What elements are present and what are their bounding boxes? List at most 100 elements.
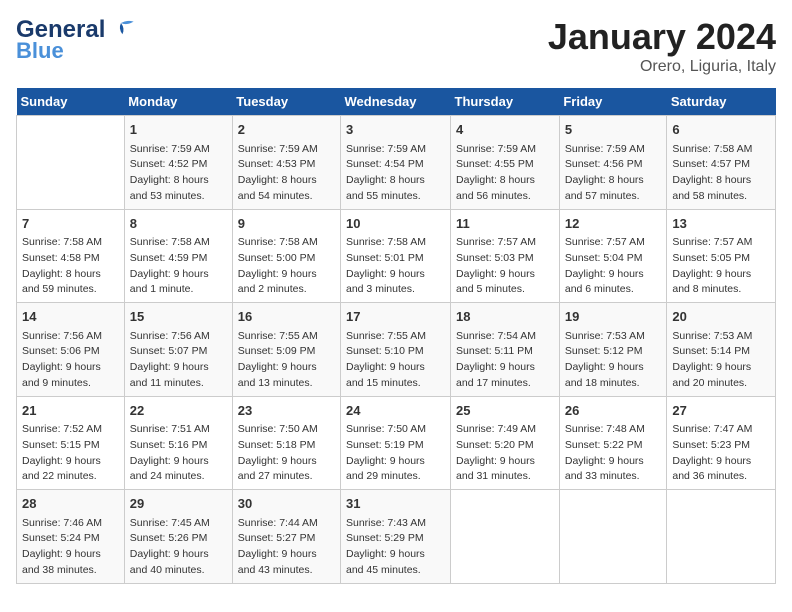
calendar-cell: 5Sunrise: 7:59 AM Sunset: 4:56 PM Daylig… xyxy=(559,116,667,210)
day-info: Sunrise: 7:47 AM Sunset: 5:23 PM Dayligh… xyxy=(672,422,770,485)
day-info: Sunrise: 7:58 AM Sunset: 4:59 PM Dayligh… xyxy=(130,235,227,298)
day-info: Sunrise: 7:55 AM Sunset: 5:10 PM Dayligh… xyxy=(346,329,445,392)
day-info: Sunrise: 7:50 AM Sunset: 5:18 PM Dayligh… xyxy=(238,422,335,485)
day-info: Sunrise: 7:49 AM Sunset: 5:20 PM Dayligh… xyxy=(456,422,554,485)
calendar-cell xyxy=(17,116,125,210)
day-info: Sunrise: 7:58 AM Sunset: 4:58 PM Dayligh… xyxy=(22,235,119,298)
day-header-thursday: Thursday xyxy=(451,88,560,116)
day-info: Sunrise: 7:57 AM Sunset: 5:04 PM Dayligh… xyxy=(565,235,662,298)
day-info: Sunrise: 7:59 AM Sunset: 4:56 PM Dayligh… xyxy=(565,142,662,205)
day-number: 7 xyxy=(22,214,119,234)
day-info: Sunrise: 7:54 AM Sunset: 5:11 PM Dayligh… xyxy=(456,329,554,392)
day-header-saturday: Saturday xyxy=(667,88,776,116)
calendar-body: 1Sunrise: 7:59 AM Sunset: 4:52 PM Daylig… xyxy=(17,116,776,584)
day-info: Sunrise: 7:57 AM Sunset: 5:05 PM Dayligh… xyxy=(672,235,770,298)
calendar-cell: 19Sunrise: 7:53 AM Sunset: 5:12 PM Dayli… xyxy=(559,303,667,397)
calendar-cell: 30Sunrise: 7:44 AM Sunset: 5:27 PM Dayli… xyxy=(232,490,340,584)
day-number: 3 xyxy=(346,120,445,140)
day-number: 29 xyxy=(130,494,227,514)
day-number: 14 xyxy=(22,307,119,327)
calendar-cell: 22Sunrise: 7:51 AM Sunset: 5:16 PM Dayli… xyxy=(124,396,232,490)
day-number: 8 xyxy=(130,214,227,234)
calendar-cell: 15Sunrise: 7:56 AM Sunset: 5:07 PM Dayli… xyxy=(124,303,232,397)
calendar-cell: 25Sunrise: 7:49 AM Sunset: 5:20 PM Dayli… xyxy=(451,396,560,490)
day-number: 25 xyxy=(456,401,554,421)
calendar-cell: 16Sunrise: 7:55 AM Sunset: 5:09 PM Dayli… xyxy=(232,303,340,397)
day-info: Sunrise: 7:55 AM Sunset: 5:09 PM Dayligh… xyxy=(238,329,335,392)
page-header: General Blue January 2024 Orero, Liguria… xyxy=(16,16,776,76)
calendar-cell: 8Sunrise: 7:58 AM Sunset: 4:59 PM Daylig… xyxy=(124,209,232,303)
day-info: Sunrise: 7:53 AM Sunset: 5:14 PM Dayligh… xyxy=(672,329,770,392)
day-info: Sunrise: 7:57 AM Sunset: 5:03 PM Dayligh… xyxy=(456,235,554,298)
calendar-cell: 26Sunrise: 7:48 AM Sunset: 5:22 PM Dayli… xyxy=(559,396,667,490)
day-header-tuesday: Tuesday xyxy=(232,88,340,116)
calendar-cell: 6Sunrise: 7:58 AM Sunset: 4:57 PM Daylig… xyxy=(667,116,776,210)
calendar-cell: 29Sunrise: 7:45 AM Sunset: 5:26 PM Dayli… xyxy=(124,490,232,584)
calendar-cell: 17Sunrise: 7:55 AM Sunset: 5:10 PM Dayli… xyxy=(341,303,451,397)
logo: General Blue xyxy=(16,16,135,64)
calendar-cell: 10Sunrise: 7:58 AM Sunset: 5:01 PM Dayli… xyxy=(341,209,451,303)
day-number: 10 xyxy=(346,214,445,234)
day-info: Sunrise: 7:59 AM Sunset: 4:54 PM Dayligh… xyxy=(346,142,445,205)
calendar-cell: 9Sunrise: 7:58 AM Sunset: 5:00 PM Daylig… xyxy=(232,209,340,303)
calendar-cell: 14Sunrise: 7:56 AM Sunset: 5:06 PM Dayli… xyxy=(17,303,125,397)
day-number: 26 xyxy=(565,401,662,421)
calendar-cell xyxy=(451,490,560,584)
day-number: 9 xyxy=(238,214,335,234)
day-number: 20 xyxy=(672,307,770,327)
title-block: January 2024 Orero, Liguria, Italy xyxy=(548,16,776,76)
calendar-week-row: 1Sunrise: 7:59 AM Sunset: 4:52 PM Daylig… xyxy=(17,116,776,210)
day-info: Sunrise: 7:58 AM Sunset: 5:01 PM Dayligh… xyxy=(346,235,445,298)
day-number: 17 xyxy=(346,307,445,327)
calendar-cell: 28Sunrise: 7:46 AM Sunset: 5:24 PM Dayli… xyxy=(17,490,125,584)
calendar-week-row: 7Sunrise: 7:58 AM Sunset: 4:58 PM Daylig… xyxy=(17,209,776,303)
logo-text-blue: Blue xyxy=(16,38,64,64)
calendar-table: SundayMondayTuesdayWednesdayThursdayFrid… xyxy=(16,88,776,584)
day-number: 16 xyxy=(238,307,335,327)
day-header-friday: Friday xyxy=(559,88,667,116)
calendar-cell: 21Sunrise: 7:52 AM Sunset: 5:15 PM Dayli… xyxy=(17,396,125,490)
calendar-cell: 2Sunrise: 7:59 AM Sunset: 4:53 PM Daylig… xyxy=(232,116,340,210)
day-number: 22 xyxy=(130,401,227,421)
calendar-cell: 1Sunrise: 7:59 AM Sunset: 4:52 PM Daylig… xyxy=(124,116,232,210)
calendar-cell: 11Sunrise: 7:57 AM Sunset: 5:03 PM Dayli… xyxy=(451,209,560,303)
day-number: 12 xyxy=(565,214,662,234)
calendar-week-row: 14Sunrise: 7:56 AM Sunset: 5:06 PM Dayli… xyxy=(17,303,776,397)
day-header-sunday: Sunday xyxy=(17,88,125,116)
calendar-cell xyxy=(667,490,776,584)
day-number: 31 xyxy=(346,494,445,514)
day-info: Sunrise: 7:43 AM Sunset: 5:29 PM Dayligh… xyxy=(346,516,445,579)
day-info: Sunrise: 7:44 AM Sunset: 5:27 PM Dayligh… xyxy=(238,516,335,579)
calendar-cell: 23Sunrise: 7:50 AM Sunset: 5:18 PM Dayli… xyxy=(232,396,340,490)
calendar-cell xyxy=(559,490,667,584)
day-number: 11 xyxy=(456,214,554,234)
day-number: 15 xyxy=(130,307,227,327)
day-header-monday: Monday xyxy=(124,88,232,116)
calendar-cell: 24Sunrise: 7:50 AM Sunset: 5:19 PM Dayli… xyxy=(341,396,451,490)
logo-bird-icon xyxy=(107,16,135,44)
calendar-cell: 7Sunrise: 7:58 AM Sunset: 4:58 PM Daylig… xyxy=(17,209,125,303)
calendar-header-row: SundayMondayTuesdayWednesdayThursdayFrid… xyxy=(17,88,776,116)
day-info: Sunrise: 7:59 AM Sunset: 4:52 PM Dayligh… xyxy=(130,142,227,205)
month-title: January 2024 xyxy=(548,16,776,58)
calendar-cell: 12Sunrise: 7:57 AM Sunset: 5:04 PM Dayli… xyxy=(559,209,667,303)
day-info: Sunrise: 7:53 AM Sunset: 5:12 PM Dayligh… xyxy=(565,329,662,392)
calendar-cell: 20Sunrise: 7:53 AM Sunset: 5:14 PM Dayli… xyxy=(667,303,776,397)
day-number: 13 xyxy=(672,214,770,234)
day-number: 28 xyxy=(22,494,119,514)
day-number: 23 xyxy=(238,401,335,421)
day-info: Sunrise: 7:58 AM Sunset: 4:57 PM Dayligh… xyxy=(672,142,770,205)
calendar-cell: 18Sunrise: 7:54 AM Sunset: 5:11 PM Dayli… xyxy=(451,303,560,397)
day-info: Sunrise: 7:51 AM Sunset: 5:16 PM Dayligh… xyxy=(130,422,227,485)
calendar-cell: 3Sunrise: 7:59 AM Sunset: 4:54 PM Daylig… xyxy=(341,116,451,210)
day-number: 30 xyxy=(238,494,335,514)
calendar-week-row: 21Sunrise: 7:52 AM Sunset: 5:15 PM Dayli… xyxy=(17,396,776,490)
calendar-cell: 4Sunrise: 7:59 AM Sunset: 4:55 PM Daylig… xyxy=(451,116,560,210)
day-number: 4 xyxy=(456,120,554,140)
day-number: 1 xyxy=(130,120,227,140)
calendar-cell: 13Sunrise: 7:57 AM Sunset: 5:05 PM Dayli… xyxy=(667,209,776,303)
location: Orero, Liguria, Italy xyxy=(548,58,776,76)
day-number: 21 xyxy=(22,401,119,421)
day-info: Sunrise: 7:59 AM Sunset: 4:55 PM Dayligh… xyxy=(456,142,554,205)
day-info: Sunrise: 7:56 AM Sunset: 5:07 PM Dayligh… xyxy=(130,329,227,392)
